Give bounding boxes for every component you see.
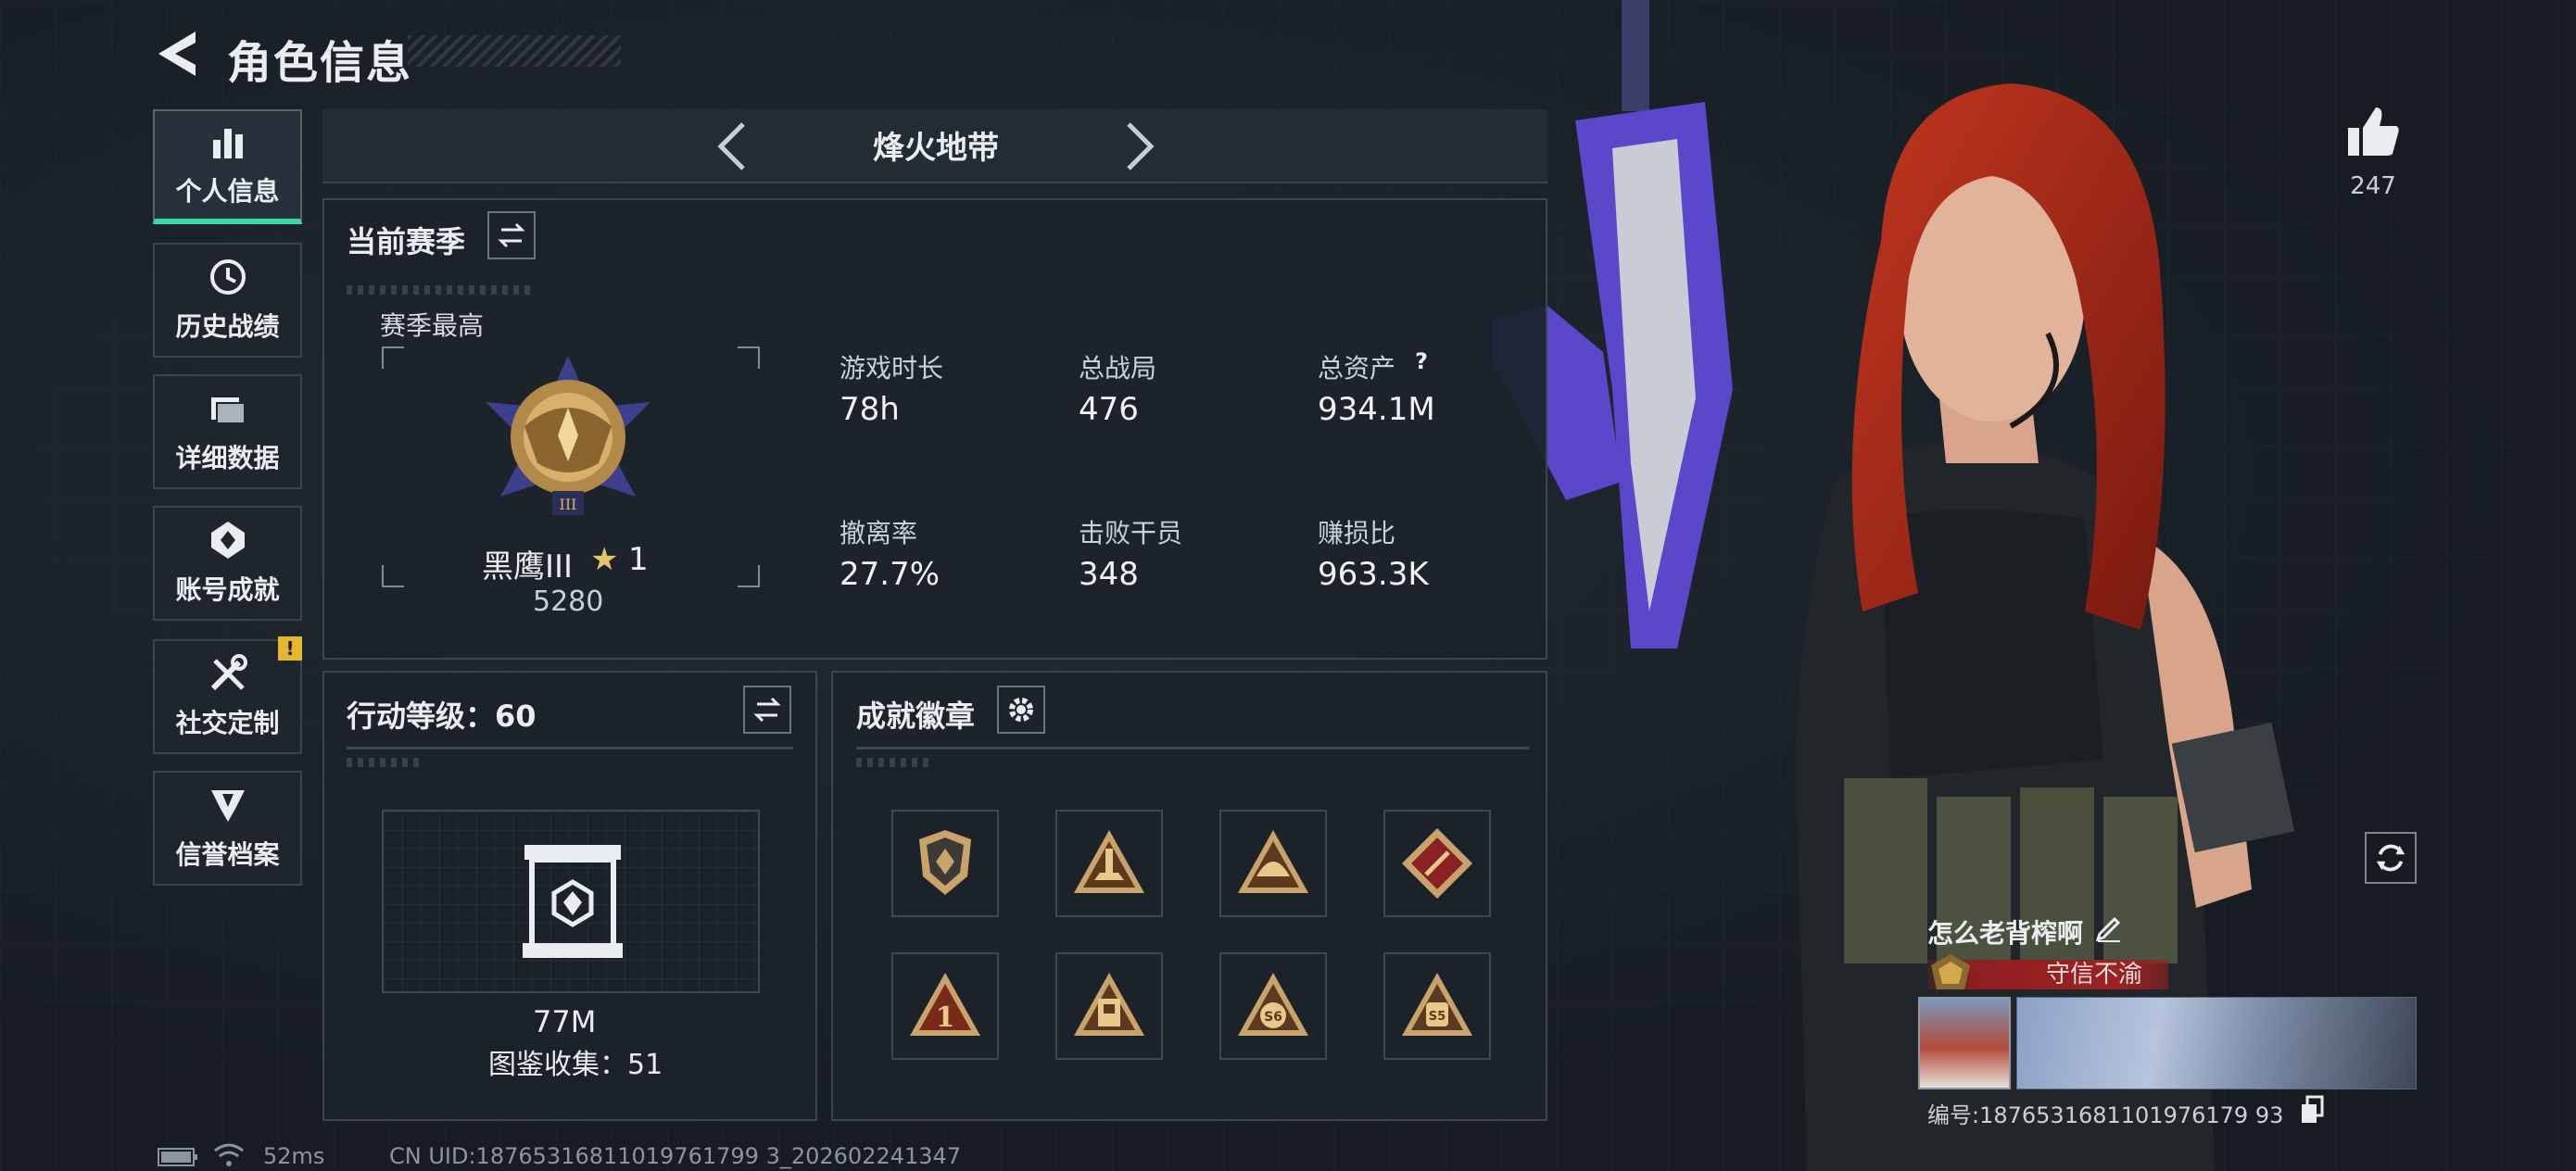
- chevron-left-icon[interactable]: [713, 119, 751, 174]
- sidebar-item-label: 账号成就: [175, 574, 280, 605]
- sidebar-item-label: 信誉档案: [175, 839, 280, 870]
- sidebar-item-label: 社交定制: [175, 708, 280, 738]
- collection-value: 77M: [533, 1004, 597, 1039]
- s6-badge-icon: S6: [1238, 973, 1308, 1036]
- svg-text:III: III: [560, 496, 577, 513]
- copy-icon[interactable]: [2298, 1095, 2326, 1125]
- stat-label-extraction-rate: 撤离率: [840, 518, 918, 548]
- title-decoration: [408, 35, 621, 67]
- stat-label-playtime: 游戏时长: [840, 353, 944, 384]
- building-badge-icon: [1074, 973, 1144, 1036]
- season-best-label: 赛季最高: [380, 310, 485, 341]
- sidebar-item-label: 个人信息: [175, 176, 280, 207]
- divider: [856, 747, 1529, 749]
- rank-score: 5280: [533, 586, 604, 618]
- sidebar-item-detail-data[interactable]: 详细数据: [153, 374, 302, 489]
- rank-emblem-icon: III: [486, 356, 650, 515]
- decor-lines: [347, 758, 421, 767]
- history-icon: [209, 259, 246, 295]
- tools-icon: [210, 654, 247, 691]
- uid-text: CN UID:18765316811019761799 3_2026022413…: [389, 1143, 962, 1169]
- divider: [347, 747, 793, 749]
- badge-red-diamond[interactable]: [1383, 810, 1491, 917]
- player-banner[interactable]: [2016, 997, 2417, 1089]
- sidebar-item-label: 详细数据: [175, 443, 280, 473]
- ping-value: 52ms: [263, 1143, 325, 1169]
- character-artwork: [1492, 0, 2295, 1171]
- swap-season-button[interactable]: [487, 211, 536, 259]
- avatar[interactable]: [1918, 997, 2011, 1089]
- action-level-title: 行动等级：60: [347, 699, 537, 734]
- svg-text:S5: S5: [1429, 1010, 1446, 1024]
- rank-star-icon: ★: [590, 541, 619, 578]
- stat-value-extraction-rate: 27.7%: [840, 556, 941, 593]
- help-icon[interactable]: ?: [1408, 348, 1434, 374]
- wifi-icon: [214, 1143, 244, 1166]
- stat-value-kills: 348: [1079, 556, 1139, 593]
- mode-title: 烽火地带: [873, 130, 999, 167]
- achievement-title: 成就徽章: [856, 699, 976, 734]
- sidebar-item-reputation[interactable]: 信誉档案: [153, 771, 302, 886]
- chevron-right-icon[interactable]: [1121, 119, 1158, 174]
- refresh-icon: [2376, 844, 2406, 872]
- svg-text:1: 1: [936, 1001, 955, 1034]
- sidebar-item-personal-info[interactable]: 个人信息: [153, 109, 302, 224]
- stat-label-assets: 总资产: [1318, 353, 1396, 384]
- gear-icon: [1009, 698, 1033, 722]
- number-one-badge-icon: 1: [910, 973, 980, 1036]
- stat-label-profit-ratio: 赚损比: [1318, 518, 1396, 548]
- page-title: 角色信息: [227, 37, 413, 89]
- sidebar-item-label: 历史战绩: [175, 311, 280, 342]
- stat-value-playtime: 78h: [840, 391, 900, 428]
- sidebar-item-account-achievement[interactable]: 账号成就: [153, 506, 302, 621]
- stat-label-matches: 总战局: [1079, 353, 1157, 384]
- shield-badge-icon: [919, 830, 971, 895]
- stat-label-kills: 击败干员: [1079, 518, 1183, 548]
- decor-lines: [856, 758, 930, 767]
- stat-value-assets: 934.1M: [1318, 391, 1435, 428]
- badge-building[interactable]: [1055, 952, 1163, 1060]
- s5-badge-icon: S5: [1402, 973, 1472, 1036]
- swap-icon: [753, 697, 781, 723]
- season-title: 当前赛季: [347, 224, 466, 259]
- achievement-icon: [210, 522, 245, 559]
- stat-value-profit-ratio: 963.3K: [1318, 556, 1429, 593]
- badge-s6[interactable]: S6: [1219, 952, 1327, 1060]
- rocket-badge-icon: [1074, 830, 1144, 893]
- refresh-button[interactable]: [2365, 832, 2417, 884]
- collection-label: 图鉴收集：51: [488, 1049, 663, 1081]
- thumbs-up-icon[interactable]: [2344, 104, 2402, 159]
- red-diamond-badge-icon: [1402, 828, 1472, 899]
- player-name: 怎么老背榨啊: [1927, 918, 2084, 949]
- achievement-settings-button[interactable]: [997, 686, 1045, 734]
- player-id: 编号:1876531681101976179 93: [1927, 1102, 2284, 1128]
- badge-s5[interactable]: S5: [1383, 952, 1491, 1060]
- decor-lines: [347, 285, 532, 295]
- badge-helmet[interactable]: [1219, 810, 1327, 917]
- swap-icon: [498, 222, 525, 248]
- rank-name: 黑鹰III: [482, 548, 574, 586]
- stat-value-matches: 476: [1079, 391, 1139, 428]
- badge-number-one[interactable]: 1: [891, 952, 999, 1060]
- battery-icon: [158, 1148, 197, 1166]
- edit-icon[interactable]: [2094, 913, 2124, 943]
- like-count: 247: [2350, 172, 2396, 200]
- bar-chart-icon: [212, 129, 243, 158]
- badge-shield[interactable]: [891, 810, 999, 917]
- badge-rocket[interactable]: [1055, 810, 1163, 917]
- collection-case-icon: [523, 845, 623, 958]
- honor-title: 守信不渝: [2045, 961, 2142, 988]
- svg-text:S6: S6: [1264, 1010, 1282, 1025]
- rank-level: 1: [628, 541, 649, 578]
- back-arrow-icon[interactable]: [153, 28, 199, 80]
- folder-icon: [210, 397, 246, 424]
- helmet-badge-icon: [1238, 830, 1308, 893]
- notification-badge: !: [278, 636, 302, 661]
- sidebar-item-history[interactable]: 历史战绩: [153, 243, 302, 358]
- emblem-icon: [210, 790, 245, 822]
- swap-level-button[interactable]: [743, 686, 791, 734]
